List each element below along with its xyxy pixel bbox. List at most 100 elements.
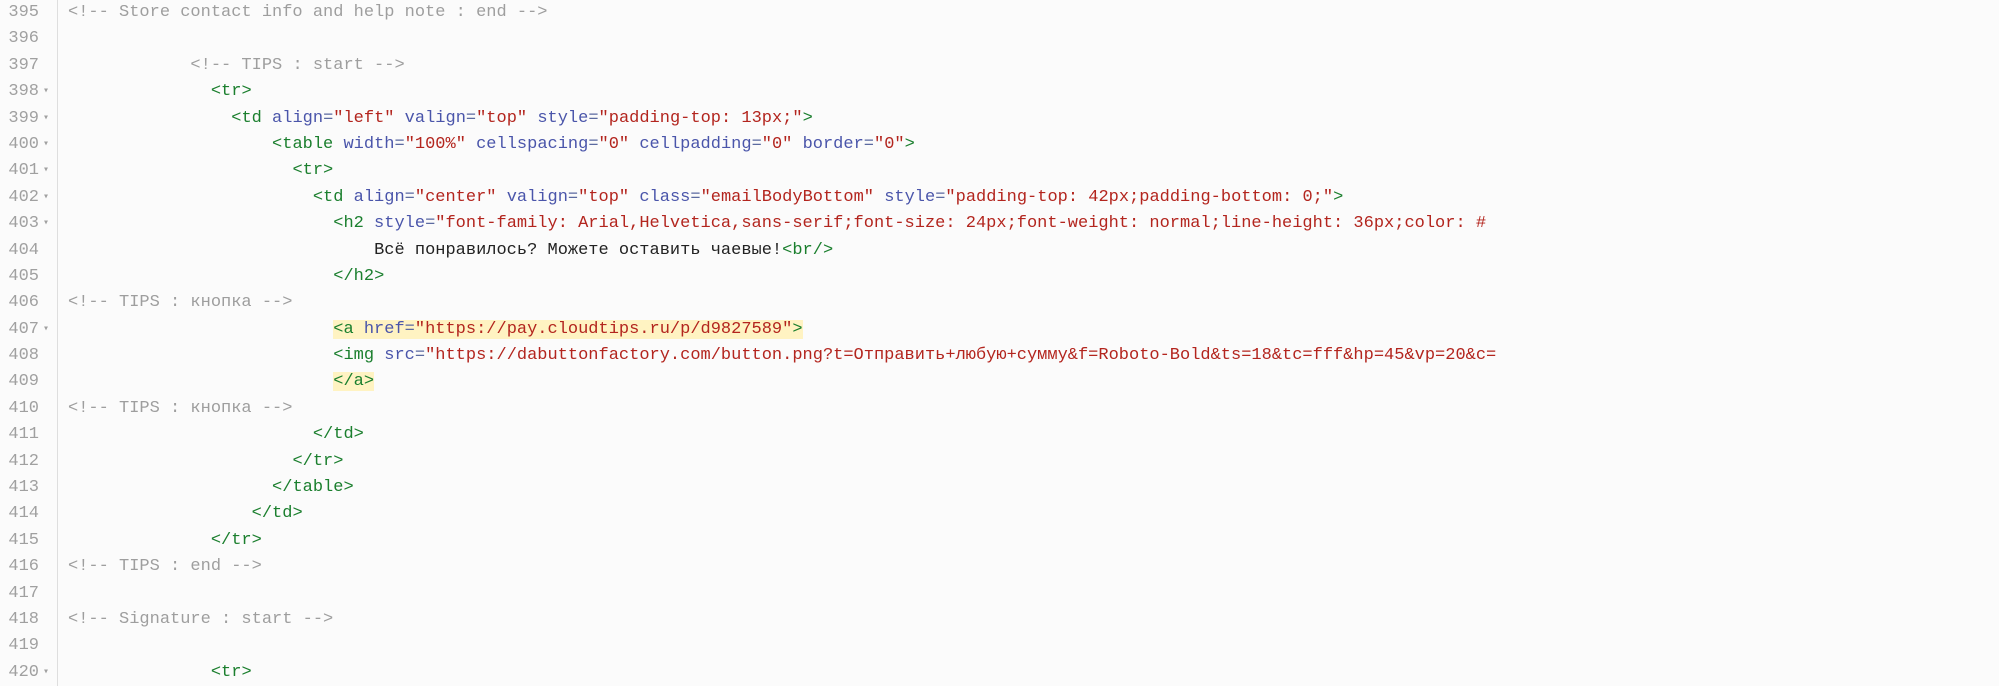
attr-value: "padding-top: 42px;padding-bottom: 0;" — [945, 188, 1333, 207]
tag-td: td — [241, 109, 261, 128]
line-number-413[interactable]: 413 — [0, 475, 51, 501]
tag-br: br — [792, 241, 812, 260]
code-line[interactable]: <tr> — [68, 660, 1999, 686]
line-number-409[interactable]: 409 — [0, 369, 51, 395]
line-number-414[interactable]: 414 — [0, 501, 51, 527]
line-number-405[interactable]: 405 — [0, 264, 51, 290]
code-line[interactable]: <!-- Store contact info and help note : … — [68, 0, 1999, 26]
fold-icon[interactable]: ▾ — [41, 317, 51, 343]
line-number-410[interactable]: 410 — [0, 396, 51, 422]
attr-value: "top" — [578, 188, 629, 207]
code-line[interactable] — [68, 26, 1999, 52]
line-number-407[interactable]: 407▾ — [0, 317, 51, 343]
code-line[interactable]: <a href="https://pay.cloudtips.ru/p/d982… — [68, 317, 1999, 343]
highlighted-span: <a href="https://pay.cloudtips.ru/p/d982… — [333, 320, 802, 339]
attr-href: href — [354, 320, 405, 339]
fold-icon[interactable]: ▾ — [41, 106, 51, 132]
line-number-397[interactable]: 397 — [0, 53, 51, 79]
code-line[interactable]: </td> — [68, 422, 1999, 448]
line-number-411[interactable]: 411 — [0, 422, 51, 448]
fold-icon[interactable]: ▾ — [41, 185, 51, 211]
fold-icon[interactable]: ▾ — [41, 79, 51, 105]
line-number-402[interactable]: 402▾ — [0, 185, 51, 211]
attr-value: "padding-top: 13px;" — [599, 109, 803, 128]
tag-tr: tr — [221, 82, 241, 101]
code-line[interactable]: <img src="https://dabuttonfactory.com/bu… — [68, 343, 1999, 369]
tag-close-bracket: > — [241, 82, 251, 101]
tag-h2: h2 — [343, 214, 363, 233]
tag-td-close: td — [333, 425, 353, 444]
tag-td: td — [323, 188, 343, 207]
code-line[interactable]: </table> — [68, 475, 1999, 501]
line-number-400[interactable]: 400▾ — [0, 132, 51, 158]
code-line[interactable]: </tr> — [68, 528, 1999, 554]
code-line[interactable]: <!-- Signature : start --> — [68, 607, 1999, 633]
line-number-401[interactable]: 401▾ — [0, 158, 51, 184]
line-number-406[interactable]: 406 — [0, 290, 51, 316]
code-line[interactable]: <h2 style="font-family: Arial,Helvetica,… — [68, 211, 1999, 237]
code-line[interactable]: <tr> — [68, 158, 1999, 184]
code-line[interactable]: <!-- TIPS : start --> — [68, 53, 1999, 79]
attr-src: src — [374, 346, 415, 365]
attr-value-url: "https://dabuttonfactory.com/button.png?… — [425, 346, 1496, 365]
code-line[interactable]: <!-- TIPS : end --> — [68, 554, 1999, 580]
attr-value: "top" — [476, 109, 527, 128]
line-number-416[interactable]: 416 — [0, 554, 51, 580]
line-number-398[interactable]: 398▾ — [0, 79, 51, 105]
attr-align: align — [262, 109, 323, 128]
attr-valign: valign — [394, 109, 465, 128]
tag-tr-close: tr — [313, 452, 333, 471]
line-number-396[interactable]: 396 — [0, 26, 51, 52]
code-line[interactable]: </h2> — [68, 264, 1999, 290]
line-number-419[interactable]: 419 — [0, 633, 51, 659]
line-number-418[interactable]: 418 — [0, 607, 51, 633]
line-number-395[interactable]: 395 — [0, 0, 51, 26]
attr-value-url: "https://pay.cloudtips.ru/p/d9827589" — [415, 320, 792, 339]
line-number-412[interactable]: 412 — [0, 449, 51, 475]
line-number-417[interactable]: 417 — [0, 581, 51, 607]
attr-value: "0" — [762, 135, 793, 154]
code-line[interactable]: <!-- TIPS : кнопка --> — [68, 290, 1999, 316]
fold-icon[interactable]: ▾ — [41, 132, 51, 158]
tag-tr-close: tr — [231, 531, 251, 550]
code-line[interactable] — [68, 581, 1999, 607]
attr-valign: valign — [497, 188, 568, 207]
line-number-403[interactable]: 403▾ — [0, 211, 51, 237]
html-comment: <!-- TIPS : start --> — [190, 56, 404, 75]
html-comment: <!-- Signature : start --> — [68, 610, 333, 629]
attr-border: border — [792, 135, 863, 154]
line-number-gutter[interactable]: 395 396 397 398▾ 399▾ 400▾ 401▾ 402▾ 403… — [0, 0, 58, 686]
attr-value: "center" — [415, 188, 497, 207]
code-line[interactable]: <table width="100%" cellspacing="0" cell… — [68, 132, 1999, 158]
code-line[interactable]: <tr> — [68, 79, 1999, 105]
fold-icon[interactable]: ▾ — [41, 211, 51, 237]
line-number-415[interactable]: 415 — [0, 528, 51, 554]
code-line[interactable]: Всё понравилось? Можете оставить чаевые!… — [68, 238, 1999, 264]
code-line[interactable]: <td align="left" valign="top" style="pad… — [68, 106, 1999, 132]
attr-value: "100%" — [405, 135, 466, 154]
line-number-420[interactable]: 420▾ — [0, 660, 51, 686]
code-line[interactable]: </td> — [68, 501, 1999, 527]
line-number-404[interactable]: 404 — [0, 238, 51, 264]
tag-td-close: td — [272, 504, 292, 523]
code-line[interactable]: <!-- TIPS : кнопка --> — [68, 396, 1999, 422]
code-line[interactable]: <td align="center" valign="top" class="e… — [68, 185, 1999, 211]
code-line[interactable]: </a> — [68, 369, 1999, 395]
attr-value: "0" — [874, 135, 905, 154]
tag-open-bracket: < — [211, 82, 221, 101]
line-number-399[interactable]: 399▾ — [0, 106, 51, 132]
text-content: Всё понравилось? Можете оставить чаевые! — [374, 241, 782, 260]
fold-icon[interactable]: ▾ — [41, 158, 51, 184]
attr-value: "0" — [599, 135, 630, 154]
attr-cellspacing: cellspacing — [466, 135, 588, 154]
code-line[interactable] — [68, 633, 1999, 659]
line-number-408[interactable]: 408 — [0, 343, 51, 369]
html-comment: <!-- TIPS : end --> — [68, 557, 262, 576]
fold-icon[interactable]: ▾ — [41, 660, 51, 686]
attr-class: class — [629, 188, 690, 207]
code-area[interactable]: <!-- Store contact info and help note : … — [58, 0, 1999, 686]
html-comment: <!-- Store contact info and help note : … — [68, 3, 547, 22]
code-line[interactable]: </tr> — [68, 449, 1999, 475]
tag-a-close: a — [354, 372, 364, 391]
tag-table-close: table — [292, 478, 343, 497]
